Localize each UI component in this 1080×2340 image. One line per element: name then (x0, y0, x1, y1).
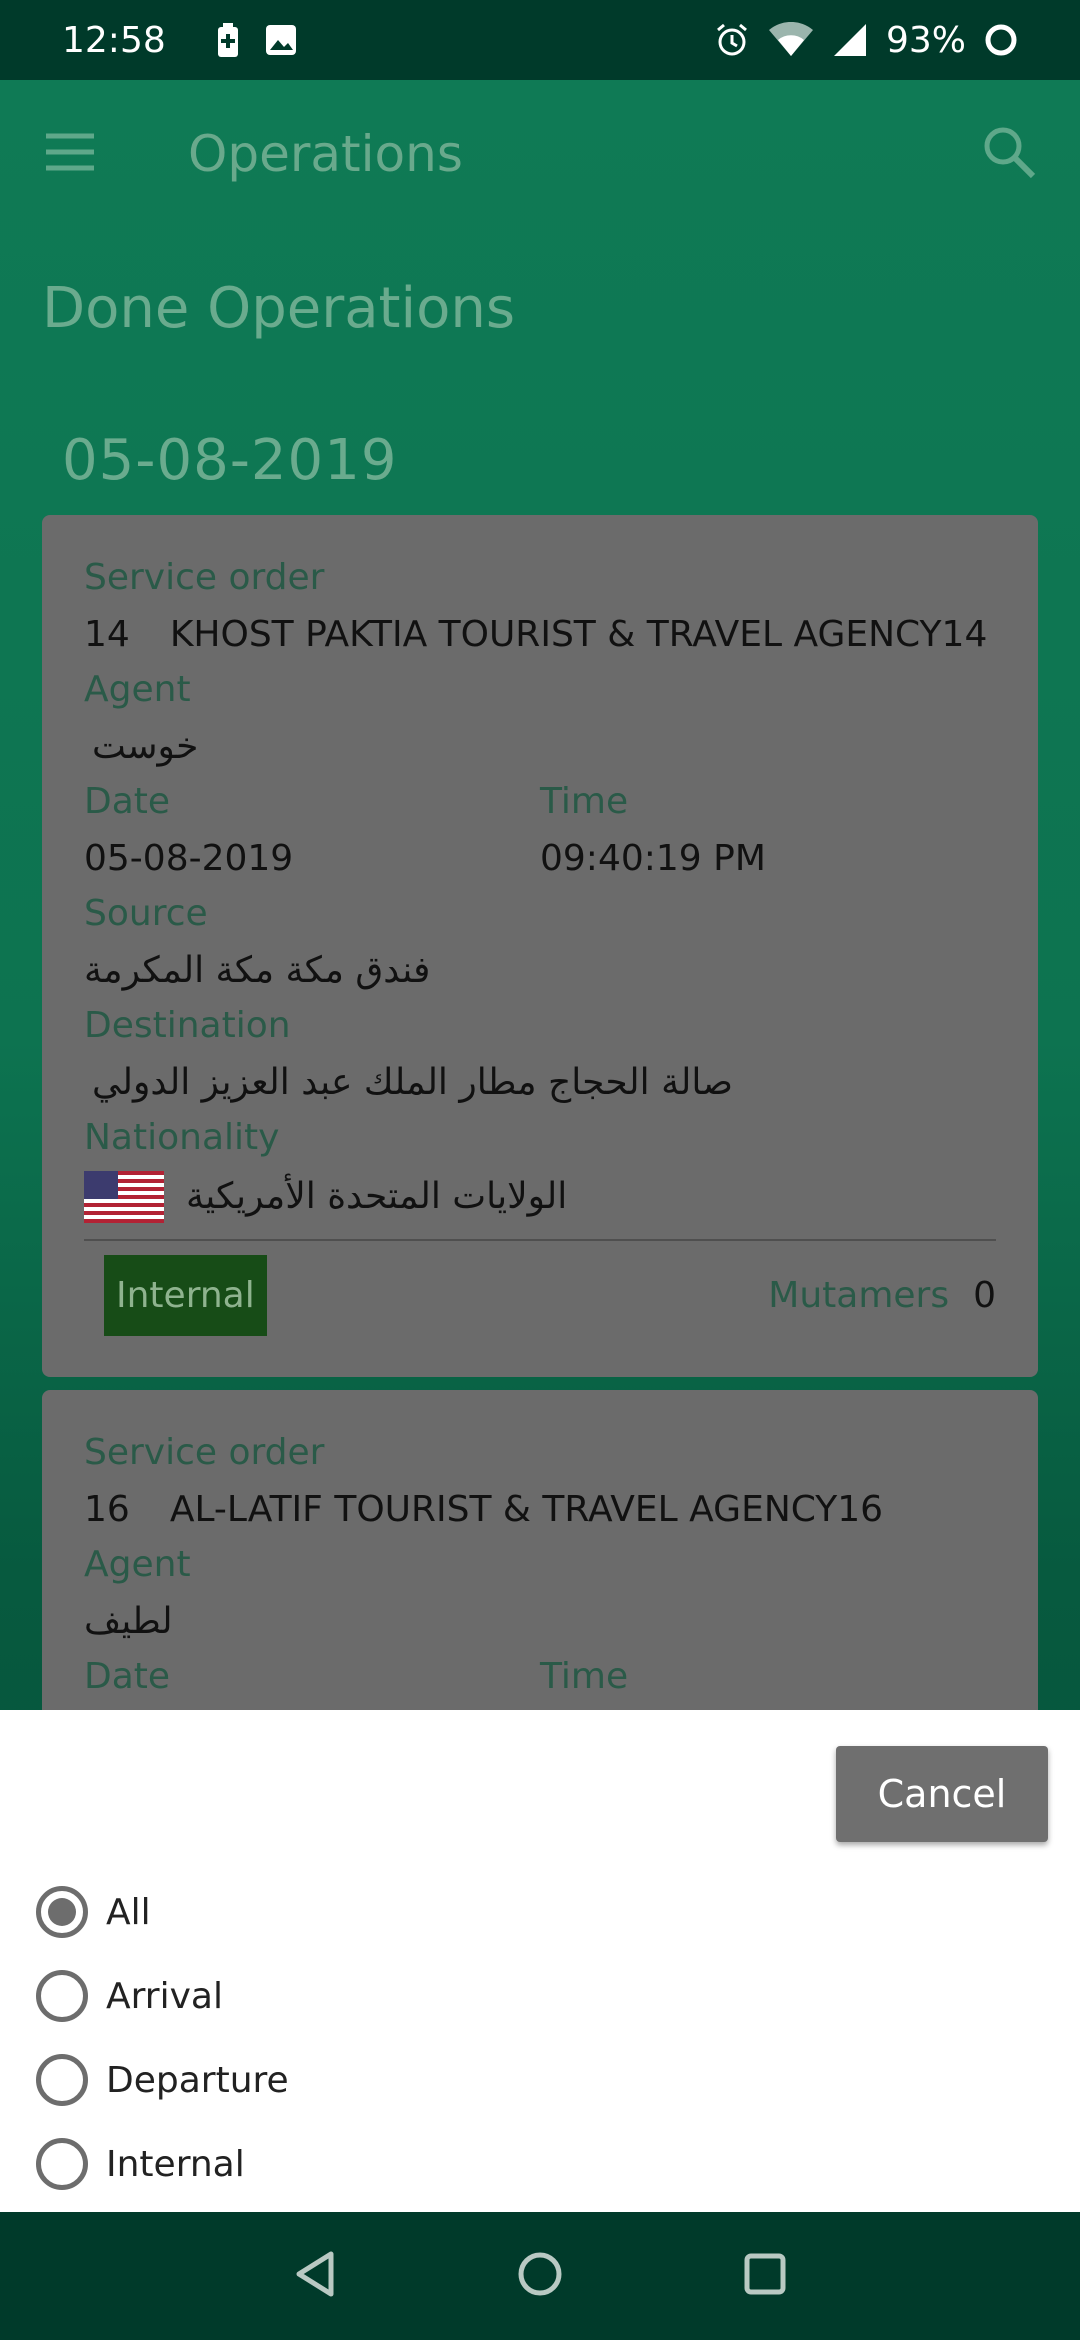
agency-name: KHOST PAKTIA TOURIST & TRAVEL AGENCY14 (169, 614, 988, 655)
agent-value: خوست (92, 726, 199, 767)
section-title: Done Operations (42, 276, 515, 341)
status-time: 12:58 (62, 19, 166, 61)
mutamers-value: 0 (973, 1275, 996, 1316)
back-icon[interactable] (293, 2250, 337, 2302)
image-notification-icon (264, 23, 298, 57)
agent-label: Agent (84, 1544, 191, 1585)
battery-saver-icon (216, 22, 240, 58)
filter-bottom-sheet: Cancel All Arrival Departure Internal (0, 1710, 1080, 2212)
agency-name: AL-LATIF TOURIST & TRAVEL AGENCY16 (169, 1489, 884, 1530)
nationality-label: Nationality (84, 1117, 280, 1158)
radio-checked-icon[interactable] (36, 1886, 88, 1938)
card-footer: Internal Mutamers 0 (84, 1255, 996, 1336)
source-value: فندق مكة مكة المكرمة (84, 950, 431, 991)
order-number: 14 (84, 614, 130, 655)
radio-label: Arrival (106, 1975, 223, 2017)
radio-unchecked-icon[interactable] (36, 1970, 88, 2022)
app-bar-title: Operations (188, 124, 463, 183)
us-flag-icon (84, 1171, 164, 1223)
order-number: 16 (84, 1489, 130, 1530)
time-value: 09:40:19 PM (540, 838, 766, 879)
alarm-icon (714, 22, 750, 58)
date-header: 05-08-2019 (62, 428, 398, 493)
nationality-row: الولايات المتحدة الأمريكية (84, 1171, 996, 1223)
search-icon[interactable] (982, 125, 1036, 183)
date-label: Date (84, 781, 171, 822)
system-nav-bar (0, 2212, 1080, 2340)
destination-label: Destination (84, 1005, 291, 1046)
service-order-label: Service order (84, 557, 325, 598)
mutamers-label: Mutamers (768, 1275, 950, 1316)
time-label: Time (540, 781, 629, 822)
operation-card[interactable]: Service order 14 KHOST PAKTIA TOURIST & … (42, 515, 1038, 1377)
home-icon[interactable] (517, 2251, 563, 2301)
date-value: 05-08-2019 (84, 838, 294, 879)
radio-option-arrival[interactable]: Arrival (36, 1954, 289, 2038)
recents-icon[interactable] (743, 2252, 787, 2300)
card-divider (84, 1239, 996, 1241)
date-time-row: Date Time (84, 1658, 996, 1696)
radio-option-internal[interactable]: Internal (36, 2122, 289, 2206)
status-bar: 12:58 93% (0, 0, 1080, 80)
date-time-row: Date 05-08-2019 Time 09:40:19 PM (84, 783, 996, 895)
menu-icon[interactable] (44, 132, 96, 176)
wifi-icon (768, 22, 814, 58)
radio-option-departure[interactable]: Departure (36, 2038, 289, 2122)
filter-radio-group: All Arrival Departure Internal (36, 1870, 289, 2206)
date-label: Date (84, 1656, 171, 1697)
source-label: Source (84, 893, 208, 934)
service-order-value: 14 KHOST PAKTIA TOURIST & TRAVEL AGENCY1… (84, 615, 996, 655)
app-bar: Operations (0, 80, 1080, 227)
service-order-label: Service order (84, 1432, 325, 1473)
battery-ring-icon (984, 23, 1018, 57)
service-order-value: 16 AL-LATIF TOURIST & TRAVEL AGENCY16 (84, 1490, 996, 1530)
cell-signal-icon (832, 22, 868, 58)
nationality-value: الولايات المتحدة الأمريكية (186, 1176, 568, 1217)
radio-label: All (106, 1891, 151, 1933)
time-label: Time (540, 1656, 629, 1697)
cancel-button[interactable]: Cancel (836, 1746, 1048, 1842)
radio-label: Internal (106, 2143, 245, 2185)
mutamers-count: Mutamers 0 (768, 1275, 996, 1316)
radio-label: Departure (106, 2059, 289, 2101)
agent-value: لطيف (84, 1601, 173, 1642)
agent-label: Agent (84, 669, 191, 710)
destination-value: صالة الحجاج مطار الملك عبد العزيز الدولي (92, 1062, 733, 1103)
type-badge: Internal (104, 1255, 267, 1336)
battery-percent: 93% (885, 19, 966, 61)
radio-option-all[interactable]: All (36, 1870, 289, 1954)
radio-unchecked-icon[interactable] (36, 2054, 88, 2106)
radio-unchecked-icon[interactable] (36, 2138, 88, 2190)
